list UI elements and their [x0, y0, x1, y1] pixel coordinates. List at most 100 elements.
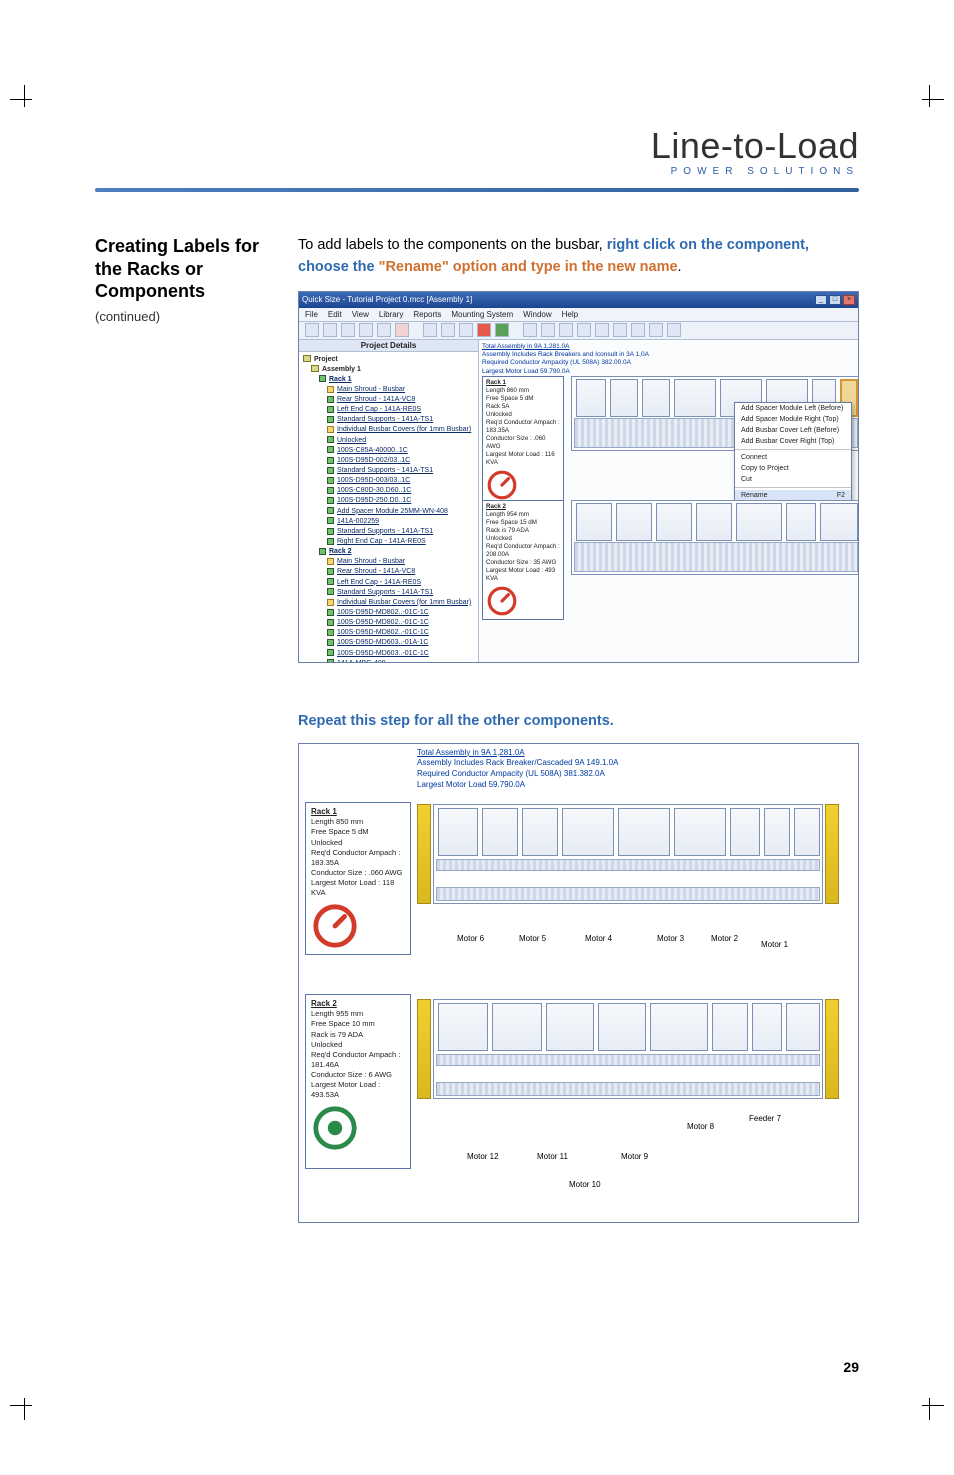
tree-node[interactable]: Standard Supports - 141A-TS1: [303, 415, 474, 425]
tree-node[interactable]: Rack 1: [303, 375, 474, 385]
rack1-left-endcap[interactable]: [417, 804, 431, 904]
tree-node[interactable]: Main Shroud - Busbar: [303, 385, 474, 395]
viewer-rack2-row[interactable]: [433, 999, 823, 1099]
rack-unit[interactable]: [736, 503, 782, 541]
menu-file[interactable]: File: [305, 310, 318, 319]
tree-node[interactable]: Main Shroud - Busbar: [303, 557, 474, 567]
menu-help[interactable]: Help: [562, 310, 578, 319]
paste-icon[interactable]: [459, 323, 473, 337]
zoom-icon[interactable]: [613, 323, 627, 337]
rack1-info-card: Rack 1 Length 860 mm Free Space 5 dM Rac…: [482, 376, 564, 505]
ctx-cut[interactable]: Cut: [735, 474, 851, 485]
ctx-add-spacer-left[interactable]: Add Spacer Module Left (Before): [735, 403, 851, 414]
menu-reports[interactable]: Reports: [413, 310, 441, 319]
rack-unit[interactable]: [820, 503, 858, 541]
rack-unit[interactable]: [576, 503, 612, 541]
window-close-icon[interactable]: ×: [843, 295, 855, 305]
tree-node[interactable]: Standard Supports - 141A-TS1: [303, 466, 474, 476]
screenshot-app-window: Quick Size - Tutorial Project 0.mcc [Ass…: [298, 291, 859, 663]
tree-node[interactable]: 100S-D95D-MD603..-01A-1C: [303, 638, 474, 648]
motor8-label: Motor 8: [687, 1122, 714, 1131]
tool-icon[interactable]: [649, 323, 663, 337]
preview-icon[interactable]: [377, 323, 391, 337]
window-min-icon[interactable]: _: [815, 295, 827, 305]
tool-icon[interactable]: [305, 323, 319, 337]
rack-unit[interactable]: [610, 379, 638, 417]
print-icon[interactable]: [359, 323, 373, 337]
motor2-label: Motor 2: [711, 934, 738, 943]
rack-unit[interactable]: [786, 503, 816, 541]
viewer-rack1-row[interactable]: [433, 804, 823, 904]
tree-node[interactable]: Unlocked: [303, 436, 474, 446]
menu-mounting[interactable]: Mounting System: [451, 310, 513, 319]
rack2-right-endcap[interactable]: [825, 999, 839, 1099]
tree-node[interactable]: Right End Cap - 141A-RE0S: [303, 537, 474, 547]
menu-edit[interactable]: Edit: [328, 310, 342, 319]
tree-node[interactable]: Individual Busbar Covers (for 1mm Busbar…: [303, 598, 474, 608]
copy-icon[interactable]: [441, 323, 455, 337]
tree-node[interactable]: Left End Cap - 141A-RE0S: [303, 405, 474, 415]
tool-icon[interactable]: [631, 323, 645, 337]
rack1-thumb-icon: [311, 902, 359, 950]
tool-icon[interactable]: [523, 323, 537, 337]
rack1-right-endcap[interactable]: [825, 804, 839, 904]
ctx-add-cover-left[interactable]: Add Busbar Cover Left (Before): [735, 425, 851, 436]
zoom-icon[interactable]: [595, 323, 609, 337]
tree-node[interactable]: 100S-D95D-003/03..1C: [303, 476, 474, 486]
menu-library[interactable]: Library: [379, 310, 403, 319]
tree-node[interactable]: 100S-D95D-002/03..1C: [303, 456, 474, 466]
menu-window[interactable]: Window: [523, 310, 551, 319]
rack-unit[interactable]: [696, 503, 732, 541]
tree-node[interactable]: 100S-C80D-30.D60..1C: [303, 486, 474, 496]
tool-icon[interactable]: [341, 323, 355, 337]
zoom-out-icon[interactable]: [577, 323, 591, 337]
tree-node[interactable]: Standard Supports - 141A-TS1: [303, 527, 474, 537]
brand-block: Line-to-Load POWER SOLUTIONS: [651, 128, 859, 177]
cropmark-br: [910, 1386, 944, 1420]
canvas[interactable]: Total Assembly in 9A 1,281.0A Assembly I…: [479, 340, 858, 662]
tree-node[interactable]: 141A-MBG-408: [303, 659, 474, 662]
rack2-row[interactable]: [571, 500, 858, 575]
cut-icon[interactable]: [423, 323, 437, 337]
tree-node[interactable]: Assembly 1: [303, 365, 474, 375]
tree-node[interactable]: 100S-D95D-MD802..-01C-1C: [303, 628, 474, 638]
rack-unit[interactable]: [576, 379, 606, 417]
tree-node[interactable]: 100S-D95D-MD603..-01C-1C: [303, 649, 474, 659]
tree-node[interactable]: Rear Shroud - 141A-VC8: [303, 395, 474, 405]
tree-node[interactable]: Left End Cap - 141A-RE0S: [303, 578, 474, 588]
tree-node[interactable]: Project: [303, 355, 474, 365]
delete-icon[interactable]: [395, 323, 409, 337]
tree-node[interactable]: 100S-D95D-MD802..-01C-1C: [303, 608, 474, 618]
tool-icon[interactable]: [541, 323, 555, 337]
tool-icon[interactable]: [495, 323, 509, 337]
rack2-left-endcap[interactable]: [417, 999, 431, 1099]
intro-prefix: To add labels to the components on the b…: [298, 237, 607, 253]
help-icon[interactable]: [667, 323, 681, 337]
tree-node[interactable]: 141A-002259: [303, 517, 474, 527]
ctx-add-spacer-right[interactable]: Add Spacer Module Right (Top): [735, 414, 851, 425]
rack-unit[interactable]: [642, 379, 670, 417]
page-number: 29: [843, 1359, 859, 1375]
tree-node[interactable]: 100S-D95D-MD802..-01C-1C: [303, 618, 474, 628]
zoom-in-icon[interactable]: [559, 323, 573, 337]
tool-icon[interactable]: [477, 323, 491, 337]
screenshot-viewer: Total Assembly in 9A 1,281.0A Assembly I…: [298, 743, 859, 1223]
menu-view[interactable]: View: [352, 310, 369, 319]
rack-unit[interactable]: [674, 379, 716, 417]
tree-node[interactable]: 100S-D95D-250.D0..1C: [303, 496, 474, 506]
tree-node[interactable]: Individual Busbar Covers (for 1mm Busbar…: [303, 425, 474, 435]
tree-node[interactable]: Standard Supports - 141A-TS1: [303, 588, 474, 598]
cropmark-tl: [10, 85, 44, 119]
tree-node[interactable]: 100S-C85A-40000..1C: [303, 446, 474, 456]
tree[interactable]: ProjectAssembly 1Rack 1Main Shroud - Bus…: [299, 352, 478, 662]
tool-icon[interactable]: [323, 323, 337, 337]
tree-node[interactable]: Rack 2: [303, 547, 474, 557]
ctx-connect[interactable]: Connect: [735, 452, 851, 463]
tree-node[interactable]: Rear Shroud - 141A-VC8: [303, 567, 474, 577]
rack-unit[interactable]: [616, 503, 652, 541]
rack-unit[interactable]: [656, 503, 692, 541]
ctx-copy[interactable]: Copy to Project: [735, 463, 851, 474]
tree-node[interactable]: Add Spacer Module 25MM-WN-408: [303, 507, 474, 517]
window-max-icon[interactable]: □: [829, 295, 841, 305]
ctx-add-cover-right[interactable]: Add Busbar Cover Right (Top): [735, 436, 851, 447]
